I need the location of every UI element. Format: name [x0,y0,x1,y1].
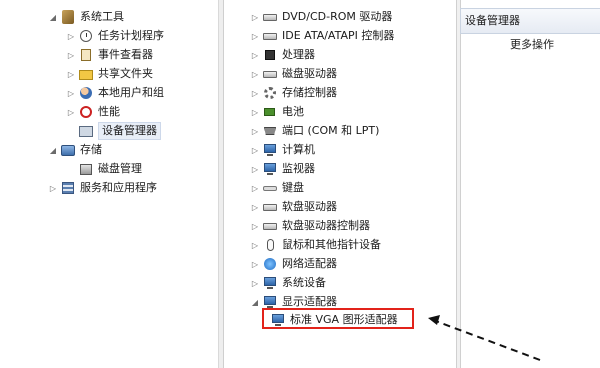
annotation-arrow-icon [428,315,541,361]
